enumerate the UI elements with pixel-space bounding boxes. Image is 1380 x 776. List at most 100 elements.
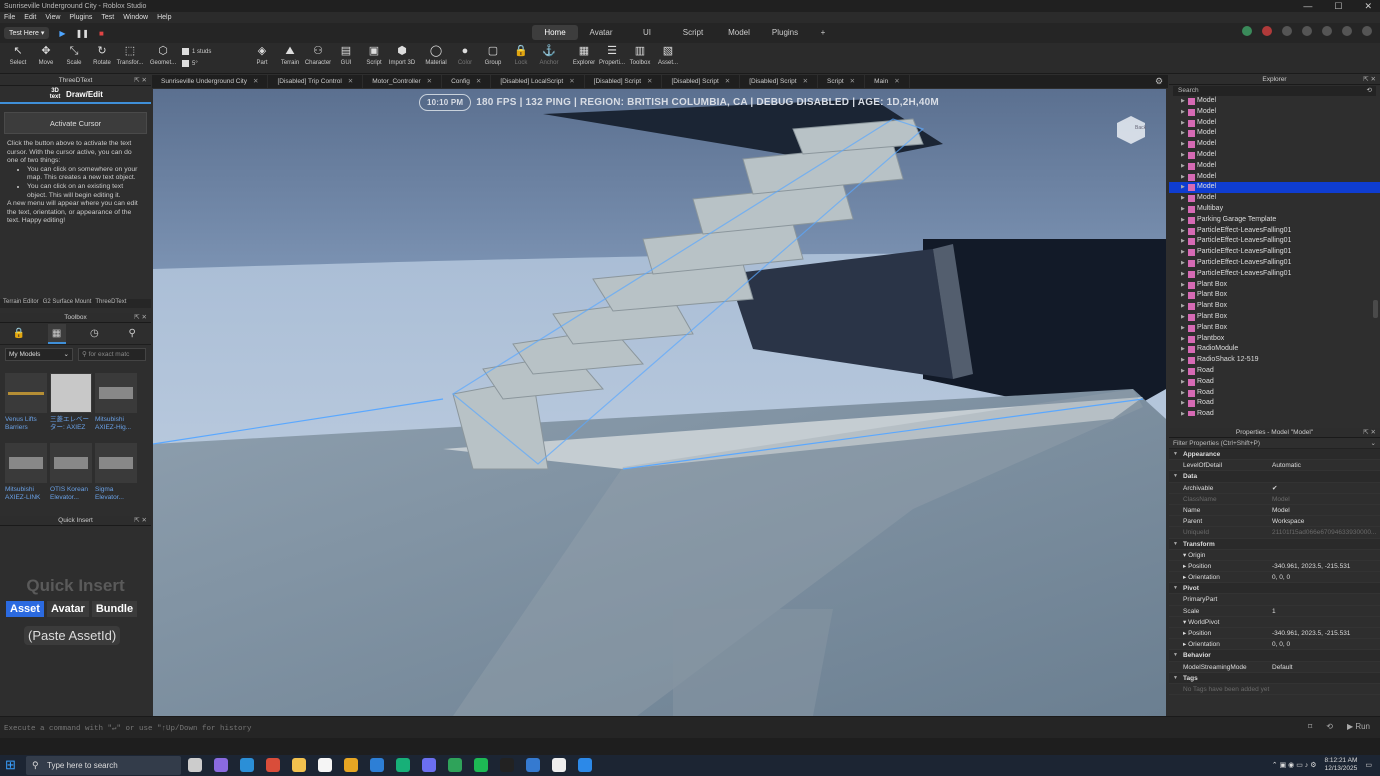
expand-arrow-icon[interactable]: ▶	[1181, 377, 1185, 388]
3d-viewport[interactable]: 10:10 PM 180 FPS | 132 PING | REGION: BR…	[153, 89, 1166, 716]
ribbon-tab[interactable]: Home	[532, 25, 578, 40]
property-row[interactable]: Scale 1	[1169, 606, 1380, 617]
explorer-item[interactable]: ▶ Model	[1169, 172, 1380, 183]
explorer-item[interactable]: ▶ ParticleEffect-LeavesFalling01	[1169, 236, 1380, 247]
tool-button[interactable]: ✥ Move	[31, 45, 61, 66]
property-value[interactable]: -340.961, 2023.5, -215.531	[1272, 628, 1350, 639]
pin-icon[interactable]: ⚲	[123, 328, 141, 339]
close-tab-icon[interactable]: ✕	[569, 78, 574, 85]
tool-button[interactable]: ⬚ Transfor...	[115, 45, 145, 66]
property-value[interactable]: 0, 0, 0	[1272, 639, 1290, 650]
explorer-item[interactable]: ▶ Model	[1169, 150, 1380, 161]
test-mode-dropdown[interactable]: Test Here ▾	[4, 27, 50, 39]
property-value[interactable]: Model	[1272, 505, 1290, 516]
chrome-icon[interactable]	[266, 758, 280, 772]
tool-button[interactable]: ● Color	[450, 45, 480, 66]
property-row[interactable]: Name Model	[1169, 505, 1380, 517]
close-icon[interactable]: ⇱ ✕	[1363, 75, 1376, 85]
expand-arrow-icon[interactable]: ▶	[1181, 301, 1185, 312]
explorer-item[interactable]: ▶ Model	[1169, 118, 1380, 129]
expand-arrow-icon[interactable]: ▶	[1181, 172, 1185, 183]
app-icon[interactable]	[526, 758, 540, 772]
expand-arrow-icon[interactable]: ▶	[1181, 344, 1185, 355]
calendar-icon[interactable]	[318, 758, 332, 772]
property-value[interactable]: Workspace	[1272, 516, 1304, 527]
expand-arrow-icon[interactable]: ▶	[1181, 96, 1185, 107]
history-icon[interactable]: ⟲	[1326, 722, 1333, 731]
property-category[interactable]: ▼ Tags	[1169, 672, 1380, 684]
roblox-icon[interactable]	[552, 758, 566, 772]
close-tab-icon[interactable]: ✕	[803, 78, 808, 85]
close-tab-icon[interactable]: ✕	[725, 78, 730, 85]
app-icon[interactable]	[344, 758, 358, 772]
tool-button[interactable]: ⤡ Scale	[59, 45, 89, 66]
document-tab[interactable]: [Disabled] Script ✕	[740, 75, 819, 88]
menu-item[interactable]: Test	[101, 14, 114, 21]
property-filter-input[interactable]: Filter Properties (Ctrl+Shift+P) ⌄	[1169, 438, 1380, 449]
close-tab-icon[interactable]: ✕	[348, 78, 353, 85]
explorer-item[interactable]: ▶ Road	[1169, 377, 1380, 388]
copilot-icon[interactable]	[214, 758, 228, 772]
spotify-icon[interactable]	[474, 758, 488, 772]
grid-icon[interactable]: ▦	[47, 323, 66, 344]
expand-arrow-icon[interactable]: ▶	[1181, 226, 1185, 237]
expand-arrow-icon[interactable]: ▶	[1181, 366, 1185, 377]
property-row[interactable]: ▸ Orientation 0, 0, 0	[1169, 639, 1380, 651]
tool-button[interactable]: ⬡ Geomet...	[148, 45, 178, 66]
property-row[interactable]: ModelStreamingMode Default	[1169, 662, 1380, 673]
plugin-tab[interactable]: G2 Surface Mount	[43, 299, 92, 308]
property-category[interactable]: ▼ Pivot	[1169, 583, 1380, 595]
property-row[interactable]: ▸ Orientation 0, 0, 0	[1169, 572, 1380, 584]
explorer-item[interactable]: ▶ Plant Box	[1169, 312, 1380, 323]
roblox-studio-icon[interactable]	[578, 758, 592, 772]
rotate-snap-value[interactable]: 5°	[192, 61, 198, 67]
property-value[interactable]: 1	[1272, 606, 1276, 617]
explorer-item[interactable]: ▶ Model	[1169, 193, 1380, 204]
close-tab-icon[interactable]: ✕	[427, 78, 432, 85]
collapse-arrow-icon[interactable]: ▼	[1173, 673, 1178, 684]
property-row[interactable]: PrimaryPart	[1169, 594, 1380, 606]
menu-item[interactable]: Edit	[24, 14, 36, 21]
property-row[interactable]: ▸ Position -340.961, 2023.5, -215.531	[1169, 628, 1380, 640]
expand-arrow-icon[interactable]: ▶	[1181, 312, 1185, 323]
ribbon-tab[interactable]: Plugins	[762, 25, 808, 40]
vscode-icon[interactable]	[370, 758, 384, 772]
expand-arrow-icon[interactable]: ▶	[1181, 182, 1185, 193]
property-row[interactable]: Parent Workspace	[1169, 516, 1380, 528]
toolbox-search-input[interactable]: ⚲ for exact matc	[78, 348, 146, 361]
toolbox-asset[interactable]: Venus Lifts Barriers	[5, 373, 49, 432]
explorer-item[interactable]: ▶ Model	[1169, 161, 1380, 172]
app-icon[interactable]	[396, 758, 410, 772]
taskbar-search-input[interactable]: ⚲ Type here to search	[26, 756, 181, 775]
expand-arrow-icon[interactable]: ▶	[1181, 161, 1185, 172]
menu-item[interactable]: Window	[123, 14, 148, 21]
explorer-item[interactable]: ▶ Road	[1169, 388, 1380, 399]
share-icon[interactable]	[1302, 26, 1312, 36]
tool-button[interactable]: ↻ Rotate	[87, 45, 117, 66]
tool-button[interactable]: ▢ Group	[478, 45, 508, 66]
property-value[interactable]: -340.961, 2023.5, -215.531	[1272, 561, 1350, 572]
ribbon-tab[interactable]: +	[808, 25, 838, 40]
toolbox-asset[interactable]: OTIS Korean Elevator...	[50, 443, 94, 502]
expand-arrow-icon[interactable]: ▶	[1181, 334, 1185, 345]
toolbox-asset[interactable]: Mitsubishi AXIEZ-Hig...	[95, 373, 139, 432]
explorer-item[interactable]: ▶ ParticleEffect-LeavesFalling01	[1169, 258, 1380, 269]
menu-item[interactable]: Plugins	[69, 14, 92, 21]
tool-button[interactable]: ☰ Properti...	[597, 45, 627, 66]
toolbox-asset[interactable]: Sigma Elevator...	[95, 443, 139, 502]
property-value[interactable]: 21101f15ad066e67094633930000...	[1272, 527, 1376, 538]
cloud-icon[interactable]	[1322, 26, 1332, 36]
tool-button[interactable]: 🔒 Lock	[506, 45, 536, 66]
tool-button[interactable]: ◈ Part	[247, 45, 277, 66]
expand-arrow-icon[interactable]: ▶	[1181, 280, 1185, 291]
collapse-arrow-icon[interactable]: ▼	[1173, 471, 1178, 482]
close-icon[interactable]: ⇱ ✕	[134, 516, 147, 526]
profile-icon[interactable]	[1262, 26, 1272, 36]
activate-cursor-button[interactable]: Activate Cursor	[4, 112, 147, 134]
collapse-arrow-icon[interactable]: ▼	[1173, 449, 1178, 460]
property-row[interactable]: UniqueId 21101f15ad066e67094633930000...	[1169, 527, 1380, 539]
lock-icon[interactable]: 🔒	[10, 328, 28, 339]
expand-arrow-icon[interactable]: ▶	[1181, 290, 1185, 301]
document-tab[interactable]: Sunriseville Underground City ✕	[152, 75, 269, 88]
explorer-item[interactable]: ▶ Model	[1169, 139, 1380, 150]
